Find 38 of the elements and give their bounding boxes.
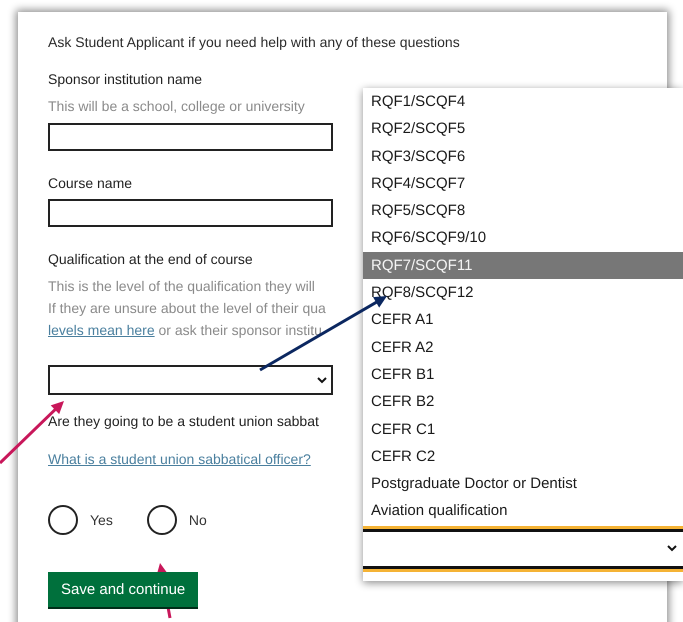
hint-text: or ask their sponsor institu — [158, 322, 322, 338]
dropdown-option[interactable]: Postgraduate Doctor or Dentist — [363, 470, 683, 498]
dropdown-option[interactable]: Aviation qualification — [363, 497, 683, 525]
dropdown-option[interactable]: RQF2/SCQF5 — [363, 115, 683, 143]
input-field[interactable] — [48, 123, 333, 151]
field-label: Sponsor institution name — [48, 71, 202, 87]
radio-label: Yes — [90, 512, 113, 528]
chevron-icon — [317, 376, 327, 384]
select-field[interactable] — [363, 528, 683, 569]
dropdown-option[interactable]: RQF6/SCQF9/10 — [363, 224, 683, 252]
dropdown-option[interactable]: RQF1/SCQF4 — [363, 88, 683, 116]
dropdown-option[interactable]: RQF7/SCQF11 — [363, 252, 683, 280]
dropdown-option[interactable]: CEFR B1 — [363, 360, 683, 388]
radio-button[interactable] — [48, 505, 78, 535]
dropdown-option[interactable]: RQF8/SCQF12 — [363, 279, 683, 306]
dropdown-option[interactable]: RQF5/SCQF8 — [363, 197, 683, 224]
hint-text: This is the level of the qualification they will — [48, 277, 315, 296]
hint-text: If they are unsure about the level of their qua — [48, 299, 326, 318]
field-label: Qualification at the end of course — [48, 251, 253, 267]
radio-label: No — [188, 512, 207, 528]
levels-link[interactable]: levels mean here — [48, 322, 155, 338]
qualification-select[interactable] — [48, 365, 333, 395]
dropdown-option[interactable]: RQF3/SCQF6 — [363, 142, 683, 170]
dropdown-option[interactable]: RQF4/SCQF7 — [363, 170, 683, 198]
dropdown-option[interactable]: CEFR A2 — [363, 334, 683, 361]
help-link[interactable]: What is a student union sabbatical officer? — [48, 451, 311, 467]
dropdown-option[interactable]: CEFR B2 — [363, 388, 683, 416]
intro-text: Ask Student Applicant if you need help with any of these questions — [48, 34, 460, 50]
field-label: Course name — [48, 175, 132, 191]
hint-text: This will be a school, college or university — [48, 97, 305, 116]
question-text: Are they going to be a student union sabbat — [48, 413, 319, 429]
input-field[interactable] — [48, 199, 333, 227]
dropdown-option[interactable]: CEFR A1 — [363, 306, 683, 334]
dropdown-option[interactable]: CEFR C1 — [363, 416, 683, 443]
dropdown-option[interactable]: CEFR C2 — [363, 442, 683, 470]
radio-button[interactable] — [146, 505, 177, 535]
save-button[interactable]: Save and continue — [48, 572, 198, 607]
chevron-icon — [667, 545, 677, 552]
